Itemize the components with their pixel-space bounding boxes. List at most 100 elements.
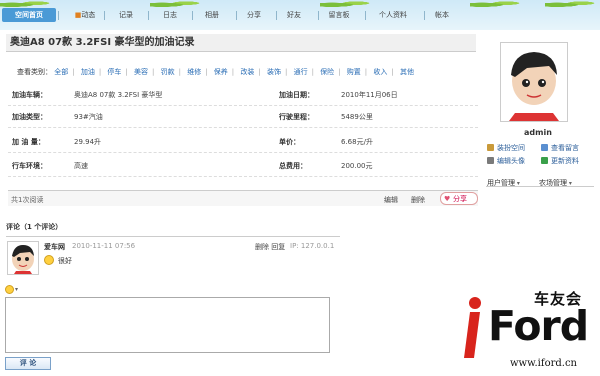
category-insurance[interactable]: 保险 bbox=[320, 68, 334, 76]
chevron-down-icon[interactable]: ▾ bbox=[15, 286, 18, 293]
category-filter: 查看类别： 全部 | 加油 | 停车 | 美容 | 罚款 | 维修 | 保养 | 改装 | 装饰… bbox=[17, 67, 414, 77]
category-label: 查看类别： bbox=[17, 68, 52, 76]
nav-item-blog[interactable]: 日志 bbox=[156, 9, 184, 21]
detail-row: 加油类型： 93#汽油 行驶里程： 5489公里 bbox=[8, 106, 478, 128]
read-count: 共1次阅读 bbox=[11, 196, 44, 204]
category-separator: | bbox=[258, 68, 261, 76]
submit-comment-button[interactable]: 评 论 bbox=[5, 357, 51, 370]
share-button[interactable]: 分享 bbox=[440, 192, 478, 205]
nav-separator bbox=[192, 11, 193, 20]
total-label: 总费用： bbox=[279, 162, 307, 170]
category-repair[interactable]: 维修 bbox=[187, 68, 201, 76]
category-purchase[interactable]: 购置 bbox=[347, 68, 361, 76]
watermark-brand: Ford bbox=[488, 302, 589, 350]
message-icon bbox=[541, 144, 548, 151]
category-modify[interactable]: 改装 bbox=[240, 68, 254, 76]
comment-author[interactable]: 爱车网 bbox=[44, 242, 65, 252]
nav-item-ledger[interactable]: 帐本 bbox=[430, 9, 454, 21]
category-decor[interactable]: 装饰 bbox=[267, 68, 281, 76]
comment-actions[interactable]: 删除 回复 bbox=[255, 242, 285, 252]
comment-time: 2010-11-11 07:56 bbox=[72, 242, 136, 250]
profile-avatar[interactable] bbox=[500, 42, 568, 122]
environment-label: 行车环境： bbox=[12, 162, 47, 170]
edit-avatar-link[interactable]: 编辑头像 bbox=[497, 156, 525, 166]
category-toll[interactable]: 通行 bbox=[294, 68, 308, 76]
nav-item-feed[interactable]: ■动态 bbox=[70, 9, 100, 21]
comment-text: 很好 bbox=[58, 257, 72, 265]
category-maintenance[interactable]: 保养 bbox=[214, 68, 228, 76]
category-separator: | bbox=[231, 68, 235, 76]
view-messages-link[interactable]: 查看留言 bbox=[551, 143, 579, 153]
avatar[interactable] bbox=[7, 241, 39, 275]
category-separator: | bbox=[152, 68, 155, 76]
comment-item: 爱车网 2010-11-11 07:56 删除 回复 IP: 127.0.0.1… bbox=[6, 236, 340, 280]
avatar-icon bbox=[12, 245, 34, 274]
vehicle-label: 加油车辆： bbox=[12, 91, 47, 99]
mileage-value: 5489公里 bbox=[341, 113, 373, 121]
category-separator: | bbox=[125, 68, 128, 76]
nav-separator bbox=[276, 11, 277, 20]
category-income[interactable]: 收入 bbox=[373, 68, 387, 76]
profile-username[interactable]: admin bbox=[524, 128, 552, 137]
comment-ip: IP: 127.0.0.1 bbox=[290, 242, 335, 250]
nav-separator bbox=[318, 11, 319, 20]
category-separator: | bbox=[98, 68, 102, 76]
delete-button[interactable]: 删除 bbox=[411, 195, 425, 205]
mileage-label: 行驶里程： bbox=[279, 113, 314, 121]
environment-value: 高速 bbox=[74, 162, 88, 170]
record-footer: 共1次阅读 编辑 删除 分享 bbox=[8, 190, 478, 206]
category-parking[interactable]: 停车 bbox=[107, 68, 121, 76]
nav-item-profile[interactable]: 个人资料 bbox=[372, 9, 414, 21]
nav-item-home[interactable]: 空间首页 bbox=[4, 9, 54, 21]
amount-label: 加 油 量： bbox=[12, 138, 45, 146]
top-nav-bar: 空间首页 ■动态 记录 日志 相册 分享 好友 留言板 个人资料 帐本 bbox=[0, 0, 600, 30]
nav-separator bbox=[424, 11, 425, 20]
category-separator: | bbox=[364, 68, 368, 76]
category-all[interactable]: 全部 bbox=[54, 68, 68, 76]
date-value: 2010年11月06日 bbox=[341, 91, 398, 99]
comments-title: 评论（1 个评论） bbox=[6, 223, 63, 231]
nav-separator bbox=[104, 11, 105, 20]
decorate-space-link[interactable]: 装扮空间 bbox=[497, 143, 525, 153]
category-fuel[interactable]: 加油 bbox=[81, 68, 95, 76]
category-separator: | bbox=[391, 68, 394, 76]
nav-separator bbox=[148, 11, 149, 20]
update-icon bbox=[541, 157, 548, 164]
nav-item-records[interactable]: 记录 bbox=[112, 9, 140, 21]
fuel-type-label: 加油类型： bbox=[12, 113, 47, 121]
detail-row: 加 油 量： 29.94升 单价： 6.68元/升 bbox=[8, 131, 478, 153]
nav-item-album[interactable]: 相册 bbox=[198, 9, 226, 21]
category-other[interactable]: 其他 bbox=[400, 68, 414, 76]
amount-value: 29.94升 bbox=[74, 138, 102, 146]
nav-item-guestbook[interactable]: 留言板 bbox=[323, 9, 355, 21]
price-label: 单价： bbox=[279, 138, 300, 146]
nav-separator bbox=[58, 11, 59, 20]
fuel-type-value: 93#汽油 bbox=[74, 113, 103, 121]
category-separator: | bbox=[178, 68, 181, 76]
detail-row: 行车环境： 高速 总费用： 200.00元 bbox=[8, 155, 478, 177]
category-fine[interactable]: 罚款 bbox=[161, 68, 175, 76]
nav-separator bbox=[365, 11, 366, 20]
update-profile-link[interactable]: 更新资料 bbox=[551, 156, 579, 166]
category-separator: | bbox=[284, 68, 288, 76]
watermark-url: www.iford.cn bbox=[510, 358, 577, 369]
nav-separator bbox=[236, 11, 237, 20]
category-beauty[interactable]: 美容 bbox=[134, 68, 148, 76]
comment-input[interactable] bbox=[5, 297, 330, 353]
price-value: 6.68元/升 bbox=[341, 138, 373, 146]
category-separator: | bbox=[338, 68, 341, 76]
main-nav: 空间首页 ■动态 记录 日志 相册 分享 好友 留言板 个人资料 帐本 bbox=[0, 5, 600, 25]
category-separator: | bbox=[205, 68, 208, 76]
camera-icon bbox=[487, 157, 494, 164]
edit-button[interactable]: 编辑 bbox=[384, 195, 398, 205]
avatar-icon bbox=[501, 43, 567, 121]
nav-item-share[interactable]: 分享 bbox=[240, 9, 268, 21]
nav-item-friends[interactable]: 好友 bbox=[280, 9, 308, 21]
decorate-icon bbox=[487, 144, 494, 151]
category-separator: | bbox=[311, 68, 314, 76]
ford-i-logo-icon bbox=[464, 297, 481, 358]
nav-item-label: 动态 bbox=[81, 11, 96, 19]
sidebar-divider bbox=[486, 186, 594, 187]
detail-row: 加油车辆： 奥迪A8 07款 3.2FSI 豪华型 加油日期： 2010年11月… bbox=[8, 84, 478, 106]
emoticon-picker-icon[interactable] bbox=[5, 285, 14, 294]
